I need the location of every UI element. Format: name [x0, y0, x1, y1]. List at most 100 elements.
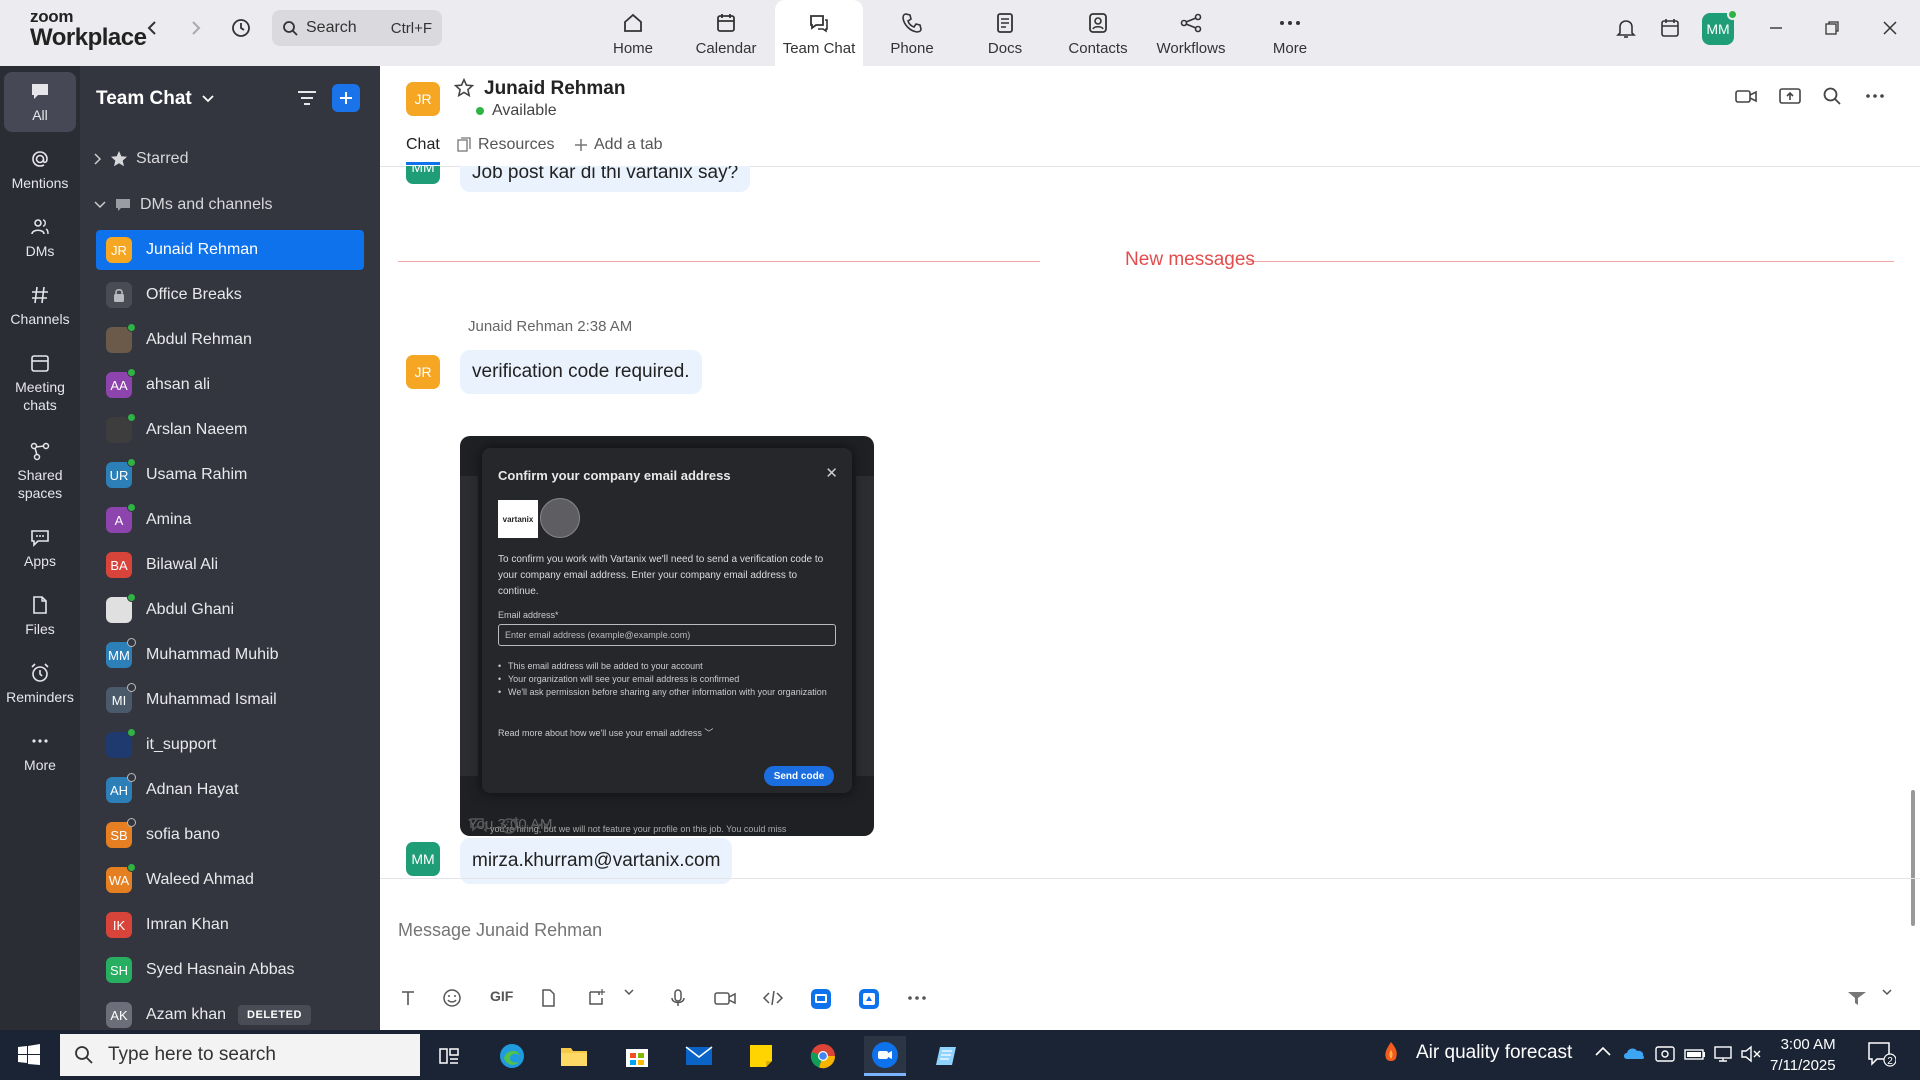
sidebar-item-it-support[interactable]: it_support: [96, 725, 364, 765]
forward-icon[interactable]: [182, 14, 210, 42]
store-icon[interactable]: [616, 1036, 658, 1076]
chrome-icon[interactable]: [802, 1036, 844, 1076]
zoom-taskbar-icon[interactable]: [864, 1036, 906, 1076]
sidebar-item-adnan-hayat[interactable]: AH Adnan Hayat: [96, 770, 364, 810]
notification-center-icon[interactable]: 2: [1866, 1040, 1897, 1073]
star-outline-icon[interactable]: [454, 78, 474, 98]
nav-more[interactable]: More: [1246, 0, 1334, 66]
scrollbar-thumb[interactable]: [1911, 790, 1915, 926]
rail-reminders[interactable]: Reminders: [4, 662, 76, 706]
message-avatar[interactable]: MM: [406, 166, 440, 184]
rail-channels[interactable]: Channels: [4, 284, 76, 328]
rail-mentions[interactable]: Mentions: [4, 148, 76, 192]
calendar-widget-icon[interactable]: [1656, 14, 1684, 42]
sidebar-item-azam-khan[interactable]: AK Azam khan DELETED: [96, 995, 364, 1030]
filter-icon[interactable]: [296, 88, 318, 108]
onedrive-icon[interactable]: [1622, 1044, 1646, 1067]
tray-chevron-icon[interactable]: [1594, 1044, 1612, 1063]
add-reaction-icon[interactable]: [500, 816, 520, 839]
app-taskbar-icon[interactable]: [926, 1036, 968, 1076]
rail-meeting-chats[interactable]: Meeting chats: [4, 352, 76, 414]
sticky-notes-icon[interactable]: [740, 1036, 782, 1076]
weather-widget[interactable]: Air quality forecast: [1378, 1040, 1572, 1066]
meet-now-icon[interactable]: [1654, 1044, 1676, 1069]
sidebar-item-muhammad-muhib[interactable]: MM Muhammad Muhib: [96, 635, 364, 675]
message-avatar[interactable]: JR: [406, 355, 440, 389]
file-icon[interactable]: [538, 988, 558, 1008]
emoji-icon[interactable]: [442, 988, 462, 1008]
message-bubble[interactable]: verification code required.: [460, 350, 702, 394]
tab-chat[interactable]: Chat: [406, 136, 440, 154]
video-call-icon[interactable]: [1734, 86, 1758, 111]
dropdown-icon[interactable]: [624, 988, 634, 996]
mail-icon[interactable]: [678, 1036, 720, 1076]
message-avatar[interactable]: MM: [406, 842, 440, 876]
sidebar-item-amina[interactable]: A Amina: [96, 500, 364, 540]
network-icon[interactable]: [1712, 1044, 1734, 1069]
volume-mute-icon[interactable]: [1740, 1044, 1762, 1069]
nav-contacts[interactable]: Contacts: [1054, 0, 1142, 66]
back-icon[interactable]: [138, 14, 166, 42]
message-input[interactable]: [398, 890, 1898, 970]
contact-name[interactable]: Junaid Rehman: [484, 78, 625, 100]
sidebar-item-muhammad-ismail[interactable]: MI Muhammad Ismail: [96, 680, 364, 720]
close-icon[interactable]: [1876, 14, 1904, 42]
battery-icon[interactable]: [1684, 1044, 1706, 1069]
sidebar-item-sofia-bano[interactable]: SB sofia bano: [96, 815, 364, 855]
windows-start-icon[interactable]: [18, 1044, 40, 1071]
sidebar-item-ahsan-ali[interactable]: AA ahsan ali: [96, 365, 364, 405]
nav-docs[interactable]: Docs: [961, 0, 1049, 66]
search-button[interactable]: Search Ctrl+F: [272, 10, 442, 46]
message-bubble[interactable]: Job post kar di thi vartanix say?: [460, 166, 751, 192]
contact-avatar[interactable]: JR: [406, 82, 440, 116]
bell-icon[interactable]: [1612, 14, 1640, 42]
sidebar-item-junaid-rehman[interactable]: JR Junaid Rehman: [96, 230, 364, 270]
sidebar-item-office-breaks[interactable]: Office Breaks: [96, 275, 364, 315]
sidebar-item-imran-khan[interactable]: IK Imran Khan: [96, 905, 364, 945]
rail-files[interactable]: Files: [4, 594, 76, 638]
mic-icon[interactable]: [668, 988, 688, 1008]
reply-icon[interactable]: [468, 816, 488, 839]
rail-more[interactable]: More: [4, 730, 76, 774]
video-icon[interactable]: [714, 988, 736, 1008]
image-attachment[interactable]: Confirm your company email address ✕ var…: [460, 436, 874, 836]
scrollbar[interactable]: [1908, 170, 1918, 926]
app1-icon[interactable]: [810, 988, 832, 1010]
task-view-icon[interactable]: [428, 1036, 470, 1076]
sidebar-item-waleed-ahmad[interactable]: WA Waleed Ahmad: [96, 860, 364, 900]
taskbar-clock[interactable]: 3:00 AM 7/11/2025: [1770, 1034, 1836, 1076]
nav-team-chat[interactable]: Team Chat: [775, 0, 863, 66]
edge-icon[interactable]: [491, 1036, 533, 1076]
rail-shared-spaces[interactable]: Shared spaces: [4, 440, 76, 502]
new-chat-button[interactable]: [332, 84, 360, 112]
send-options-icon[interactable]: [1846, 988, 1868, 1008]
share-screen-icon[interactable]: [1778, 86, 1802, 111]
nav-home[interactable]: Home: [589, 0, 677, 66]
sidebar-item-bilawal-ali[interactable]: BA Bilawal Ali: [96, 545, 364, 585]
sidebar-item-usama-rahim[interactable]: UR Usama Rahim: [96, 455, 364, 495]
message-more-icon[interactable]: [530, 816, 550, 839]
nav-phone[interactable]: Phone: [868, 0, 956, 66]
more-options-icon[interactable]: [1864, 86, 1886, 111]
tab-add[interactable]: Add a tab: [574, 136, 663, 154]
nav-workflows[interactable]: Workflows: [1147, 0, 1235, 66]
code-icon[interactable]: [762, 988, 784, 1008]
user-avatar[interactable]: MM: [1702, 9, 1738, 45]
tab-resources[interactable]: Resources: [456, 136, 554, 154]
file-explorer-icon[interactable]: [553, 1036, 595, 1076]
sidebar-item-arslan-naeem[interactable]: Arslan Naeem: [96, 410, 364, 450]
gif-button[interactable]: GIF: [490, 988, 513, 1004]
rail-apps[interactable]: Apps: [4, 526, 76, 570]
app2-icon[interactable]: [858, 988, 880, 1010]
sidebar-title[interactable]: Team Chat: [96, 88, 214, 110]
format-icon[interactable]: [398, 988, 418, 1008]
sidebar-item-abdul-ghani[interactable]: Abdul Ghani: [96, 590, 364, 630]
minimize-icon[interactable]: [1762, 14, 1790, 42]
rail-all[interactable]: All: [4, 72, 76, 132]
history-icon[interactable]: [227, 14, 255, 42]
sidebar-item-abdul-rehman[interactable]: Abdul Rehman: [96, 320, 364, 360]
dms-section[interactable]: DMs and channels: [94, 196, 273, 214]
screenshot-icon[interactable]: [586, 988, 606, 1008]
sidebar-item-syed-hasnain-abbas[interactable]: SH Syed Hasnain Abbas: [96, 950, 364, 990]
send-dropdown-icon[interactable]: [1882, 988, 1892, 996]
